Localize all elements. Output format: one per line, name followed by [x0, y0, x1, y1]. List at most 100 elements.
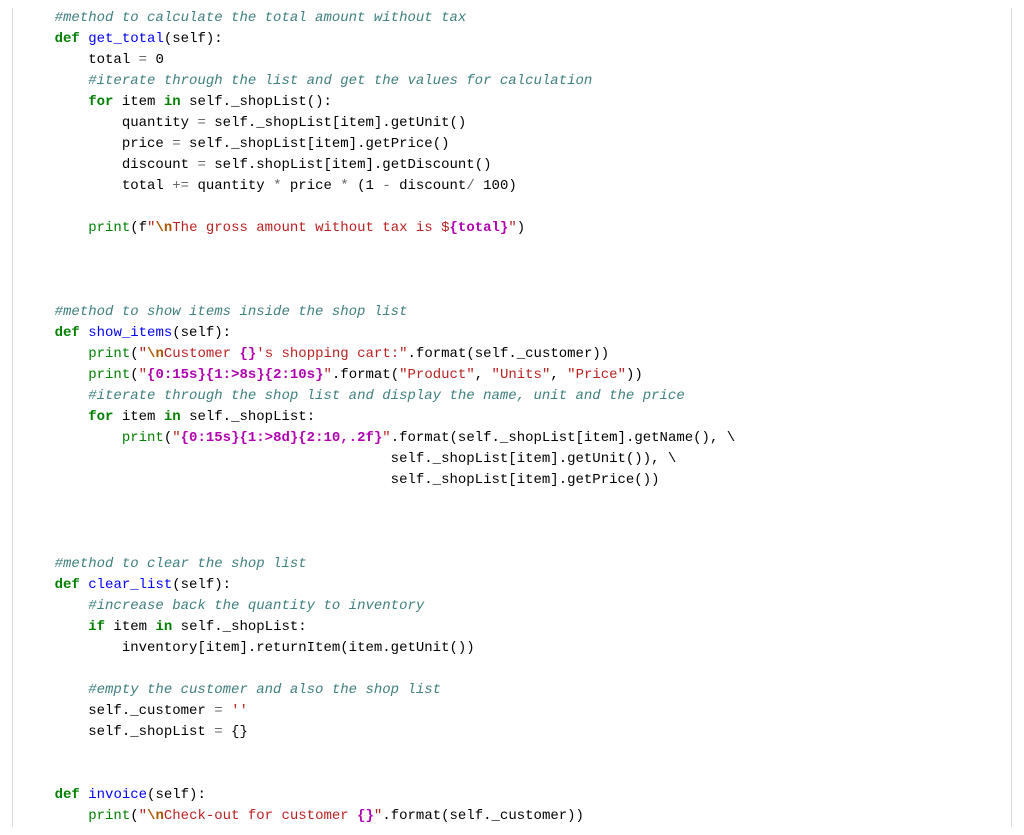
builtin-print: print [122, 430, 164, 446]
comment: #method to clear the shop list [55, 556, 307, 572]
builtin-print: print [88, 367, 130, 383]
comment: #iterate through the list and get the va… [88, 73, 592, 89]
code: quantity [122, 115, 198, 131]
op: += [172, 178, 189, 194]
str: "Product" [399, 367, 475, 383]
code: self._shopList(): [181, 94, 332, 110]
code: item [113, 409, 163, 425]
code: price [122, 136, 172, 152]
code: self._shopList: [172, 619, 306, 635]
code: self._shopList[item].getUnit()), \ [391, 451, 677, 467]
kw-for: for [88, 94, 113, 110]
code: ( [130, 808, 138, 824]
kw-def: def [55, 325, 80, 341]
escape: \n [155, 220, 172, 236]
code: {} [223, 724, 248, 740]
escape: \n [147, 346, 164, 362]
op: = [214, 703, 222, 719]
code: .format(self._customer)) [382, 808, 584, 824]
kw-def: def [55, 577, 80, 593]
op: = [139, 52, 147, 68]
kw-in: in [164, 409, 181, 425]
code: self._shopList [88, 724, 214, 740]
kw-def: def [55, 787, 80, 803]
func-name: get_total [88, 31, 164, 47]
builtin-print: print [88, 808, 130, 824]
code: (1 [349, 178, 383, 194]
str: " [508, 220, 516, 236]
builtin-print: print [88, 220, 130, 236]
str: " [139, 367, 147, 383]
code: total [88, 52, 138, 68]
interp: {} [239, 346, 256, 362]
params: (self): [172, 325, 231, 341]
str: " [139, 346, 147, 362]
op: / [466, 178, 474, 194]
comment: #method to calculate the total amount wi… [55, 10, 467, 26]
code: .format(self._shopList[item].getName(), … [391, 430, 735, 446]
code: ( [130, 367, 138, 383]
code [223, 703, 231, 719]
str: " [374, 808, 382, 824]
code: self._shopList[item].getUnit() [206, 115, 466, 131]
kw-for: for [88, 409, 113, 425]
code: self.shopList[item].getDiscount() [206, 157, 492, 173]
str: "Price" [567, 367, 626, 383]
interp: {} [357, 808, 374, 824]
op: * [340, 178, 348, 194]
op: - [382, 178, 390, 194]
op: = [197, 115, 205, 131]
code: .format(self._customer)) [408, 346, 610, 362]
code: self._shopList[item].getPrice() [181, 136, 450, 152]
op: = [197, 157, 205, 173]
op: = [172, 136, 180, 152]
code: , [475, 367, 492, 383]
comment: #iterate through the shop list and displ… [88, 388, 685, 404]
str: " [172, 430, 180, 446]
func-name: show_items [88, 325, 172, 341]
code: ) [517, 220, 525, 236]
code: (f [130, 220, 147, 236]
code: discount [391, 178, 467, 194]
kw-in: in [164, 94, 181, 110]
str: The gross amount without tax is $ [172, 220, 449, 236]
func-name: invoice [88, 787, 147, 803]
kw-def: def [55, 31, 80, 47]
str: 's shopping cart:" [256, 346, 407, 362]
code: price [281, 178, 340, 194]
str: " [139, 808, 147, 824]
op: = [214, 724, 222, 740]
escape: \n [147, 808, 164, 824]
code: item [105, 619, 155, 635]
comment: #increase back the quantity to inventory [88, 598, 424, 614]
code: , [550, 367, 567, 383]
code: self._customer [88, 703, 214, 719]
code: ( [130, 346, 138, 362]
code: 100) [475, 178, 517, 194]
str: " [323, 367, 331, 383]
code: self._shopList[item].getPrice()) [391, 472, 660, 488]
builtin-print: print [88, 346, 130, 362]
code: quantity [189, 178, 273, 194]
str: " [382, 430, 390, 446]
code: )) [626, 367, 643, 383]
params: (self): [172, 577, 231, 593]
interp: {0:15s}{1:>8s}{2:10s} [147, 367, 323, 383]
str: Customer [164, 346, 240, 362]
str: "Units" [492, 367, 551, 383]
params: (self): [147, 787, 206, 803]
code: discount [122, 157, 198, 173]
code: self._shopList: [181, 409, 315, 425]
comment: #empty the customer and also the shop li… [88, 682, 441, 698]
code: inventory[item].returnItem(item.getUnit(… [122, 640, 475, 656]
code-block: #method to calculate the total amount wi… [12, 8, 1012, 827]
str: Check-out for customer [164, 808, 357, 824]
code: .format( [332, 367, 399, 383]
comment: #method to show items inside the shop li… [55, 304, 408, 320]
interp: {total} [450, 220, 509, 236]
code: item [113, 94, 163, 110]
code: total [122, 178, 172, 194]
interp: {0:15s}{1:>8d}{2:10,.2f} [181, 430, 383, 446]
code: 0 [147, 52, 164, 68]
kw-in: in [155, 619, 172, 635]
